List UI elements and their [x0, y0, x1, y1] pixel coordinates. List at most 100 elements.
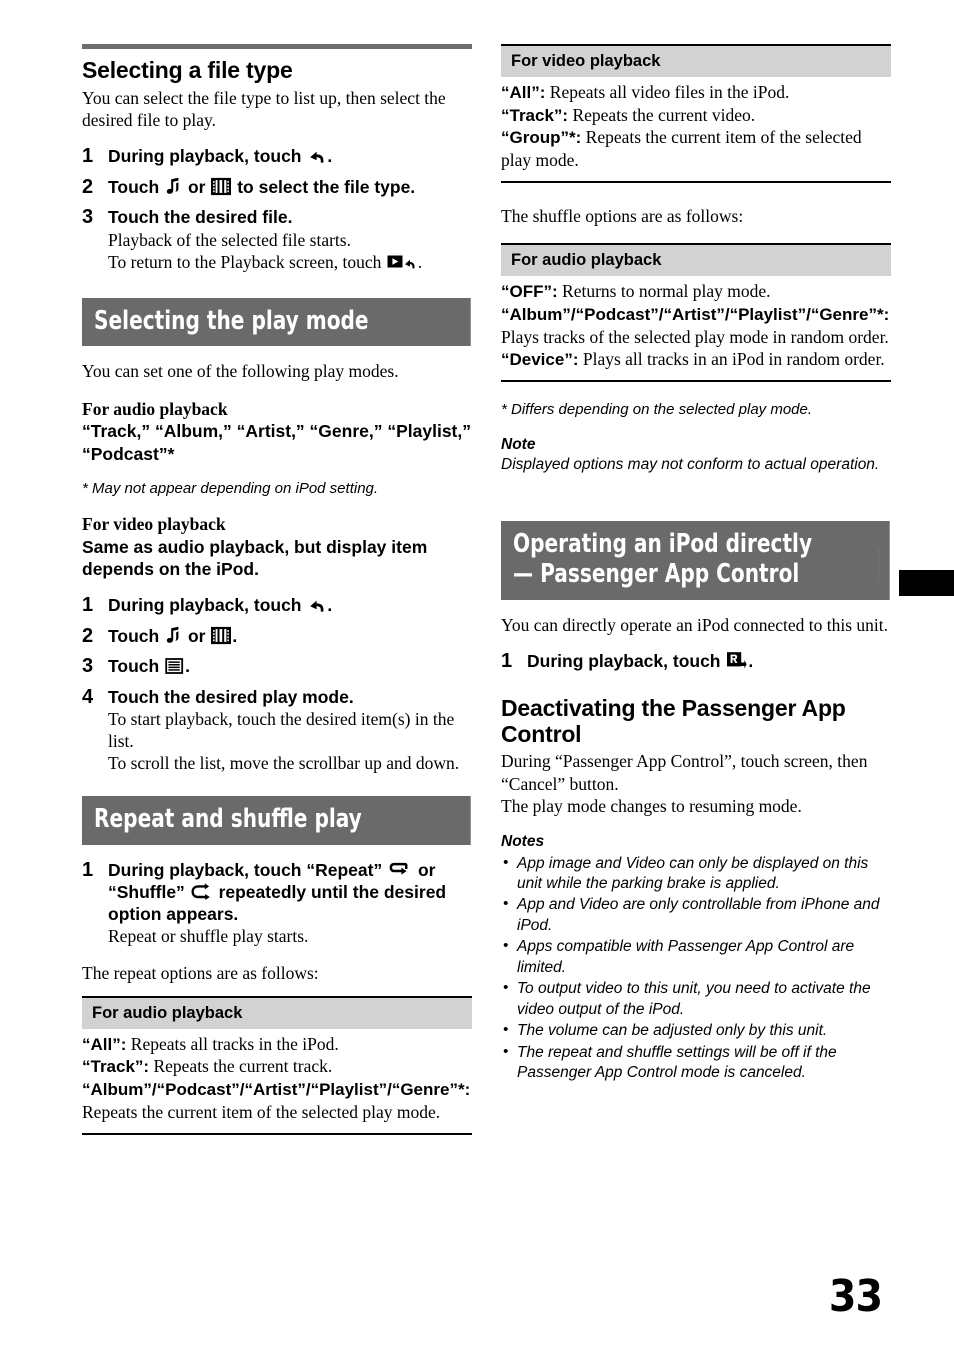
deactivating-text-1: During “Passenger App Control”, touch sc… — [501, 751, 868, 794]
table-header-video-playback: For video playback — [501, 46, 891, 78]
deactivating-title: Deactivating the Passenger App Control — [501, 694, 846, 747]
edge-thumb-tab — [899, 570, 954, 596]
list-item: To output video to this unit, you need t… — [501, 978, 891, 1020]
step-detail: To start playback, touch the desired ite… — [108, 709, 455, 752]
repeat-shuffle-band-wrap: Repeat and shuffle play — [82, 796, 472, 845]
play-return-icon — [387, 254, 417, 276]
step-text-mid: or — [187, 176, 206, 197]
left-column: Selecting a file type You can select the… — [82, 44, 472, 1135]
repeat-icon — [389, 862, 408, 875]
step-detail: Repeat or shuffle play starts. — [108, 926, 309, 947]
step-text-tail: . — [185, 656, 190, 677]
repeat-audio-table: For audio playback “All”: Repeats all tr… — [82, 995, 472, 1135]
row-text: Returns to normal play mode. — [562, 281, 771, 302]
step-number: 3 — [82, 206, 94, 229]
table-row: “Track”: Repeats the current video. — [501, 104, 891, 127]
section-header-repeat-shuffle: Repeat and shuffle play — [82, 796, 472, 845]
row-term: “Album”/“Podcast”/“Artist”/“Playlist”/“G… — [501, 305, 890, 325]
section-header-play-mode: Selecting the play mode — [82, 297, 472, 347]
video-playback-label: For video playback — [82, 514, 226, 535]
play-mode-footnote: * May not appear depending on iPod setti… — [82, 479, 379, 497]
row-text: Repeats the current track. — [153, 1056, 333, 1077]
step-heading: During playback, touch . — [527, 650, 891, 672]
list-menu-icon — [165, 658, 184, 675]
row-term: “Group”*: — [501, 128, 582, 148]
film-strip-icon — [211, 177, 232, 195]
row-text: Plays tracks of the selected play mode i… — [501, 326, 889, 347]
passenger-app-icon — [727, 652, 747, 669]
step-text: During playback, touch — [527, 651, 721, 672]
step-number: 3 — [82, 655, 94, 678]
right-column: For video playback “All”: Repeats all vi… — [501, 44, 891, 1085]
list-item: App and Video are only controllable from… — [501, 894, 891, 936]
table-row: “Album”/“Podcast”/“Artist”/“Playlist”/“G… — [501, 303, 891, 348]
top-rule — [82, 44, 472, 49]
step-text: Touch — [108, 656, 160, 677]
step-number: 1 — [501, 650, 513, 673]
shuffle-options-lead-in: The shuffle options are as follows: — [501, 206, 744, 227]
repeat-options-lead-in: The repeat options are as follows: — [82, 962, 319, 983]
deactivating-text-2: The play mode changes to resuming mode. — [501, 795, 802, 816]
step-item: 1 During playback, touch “Repeat” or “Sh… — [82, 859, 472, 948]
passenger-band-wrap: Operating an iPod directly — Passenger A… — [501, 520, 891, 600]
shuffle-audio-table: For audio playback “OFF”: Returns to nor… — [501, 243, 891, 383]
band-line-2: — Passenger App Control — [513, 559, 800, 590]
table-row: “Album”/“Podcast”/“Artist”/“Playlist”/“G… — [82, 1078, 472, 1123]
manual-page: Selecting a file type You can select the… — [0, 0, 954, 1352]
table-row: “All”: Repeats all video files in the iP… — [501, 81, 891, 104]
step-heading: Touch or — [108, 176, 472, 198]
step-text-tail: to select the file type. — [237, 176, 416, 197]
step-detail: To return to the Playback screen, touch … — [108, 251, 472, 276]
notes-label: Notes — [501, 832, 545, 850]
notes-list: App image and Video can only be displaye… — [501, 853, 891, 1084]
step-heading: During playback, touch “Repeat” or “Shuf… — [108, 859, 472, 926]
table-row: “Group”*: Repeats the current item of th… — [501, 126, 891, 171]
step-text: Touch — [108, 625, 160, 646]
table-body: “OFF”: Returns to normal play mode. “Alb… — [501, 280, 891, 370]
row-text: Plays all tracks in an iPod in random or… — [582, 348, 885, 369]
shuffle-footnote: * Differs depending on the selected play… — [501, 401, 813, 419]
row-term: “OFF”: — [501, 282, 558, 302]
step-text-mid: or — [187, 625, 206, 646]
table-row: “OFF”: Returns to normal play mode. — [501, 280, 891, 303]
step-text: During playback, touch — [108, 146, 302, 167]
table-header-audio-playback: For audio playback — [501, 245, 891, 277]
list-item: The repeat and shuffle settings will be … — [501, 1042, 891, 1084]
step-item: 4 Touch the desired play mode. To start … — [82, 686, 472, 774]
step-number: 2 — [82, 624, 94, 647]
music-note-icon — [166, 626, 179, 643]
table-bottom-rule — [82, 1132, 472, 1135]
step-heading: Touch or — [108, 625, 472, 647]
step-item: 2 Touch or — [82, 176, 472, 200]
row-term: “All”: — [501, 83, 546, 103]
list-item: The volume can be adjusted only by this … — [501, 1020, 891, 1041]
step-detail-text: To return to the Playback screen, touch — [108, 251, 382, 272]
list-item: Apps compatible with Passenger App Contr… — [501, 936, 891, 978]
film-strip-icon — [211, 626, 232, 644]
step-number: 1 — [82, 594, 94, 617]
table-bottom-rule — [501, 181, 891, 184]
table-row: “All”: Repeats all tracks in the iPod. — [82, 1033, 472, 1056]
page-number: 33 — [828, 1271, 883, 1322]
step-item: 2 Touch or — [82, 625, 472, 649]
step-text-tail: . — [327, 146, 333, 167]
list-item: App image and Video can only be displaye… — [501, 853, 891, 895]
passenger-steps: 1 During playback, touch . — [501, 650, 891, 674]
audio-playback-label: For audio playback — [82, 398, 228, 419]
page-title: Selecting a file type — [82, 57, 293, 83]
row-text: Repeats the current video. — [572, 104, 756, 125]
step-heading: Touch . — [108, 655, 472, 677]
file-type-intro: You can select the file type to list up,… — [82, 87, 446, 130]
step-number: 2 — [82, 175, 94, 198]
step-item: 1 During playback, touch . — [501, 650, 891, 674]
step-text-tail: . — [327, 595, 333, 616]
step-text-tail: . — [748, 651, 754, 672]
step-item: 3 Touch the desired file. Playback of th… — [82, 206, 472, 275]
table-row: “Device”: Plays all tracks in an iPod in… — [501, 348, 891, 371]
step-heading: Touch the desired play mode. — [108, 686, 354, 707]
row-term: “Track”: — [82, 1057, 150, 1077]
step-heading: During playback, touch . — [108, 594, 472, 616]
step-item: 1 During playback, touch . — [82, 594, 472, 618]
row-term: “Album”/“Podcast”/“Artist”/“Playlist”/“G… — [82, 1080, 471, 1100]
row-term: “All”: — [82, 1034, 127, 1054]
